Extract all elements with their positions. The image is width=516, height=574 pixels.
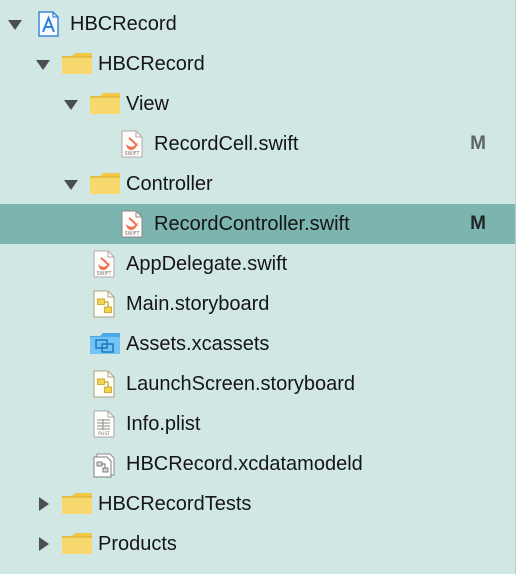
- navigator-row-group-view[interactable]: View: [0, 84, 515, 124]
- navigator-item-label: RecordController.swift: [154, 213, 350, 235]
- navigator-row-file-launchscreen-storyboard[interactable]: LaunchScreen.storyboard: [0, 364, 515, 404]
- core-data-model-icon: [89, 450, 119, 478]
- navigator-row-file-recordcell-swift[interactable]: SWIFT RecordCell.swift M: [0, 124, 515, 164]
- navigator-row-project-hbcrecord[interactable]: HBCRecord: [0, 4, 515, 44]
- folder-icon: [89, 170, 120, 198]
- folder-icon: [61, 50, 92, 78]
- expanded-disclosure-triangle-icon[interactable]: [7, 16, 23, 32]
- navigator-row-group-hbcrecordtests[interactable]: HBCRecordTests: [0, 484, 515, 524]
- swift-file-icon: SWIFT: [117, 130, 147, 158]
- folder-icon: [61, 490, 92, 518]
- source-control-modified-badge: M: [470, 133, 486, 154]
- navigator-item-label: Info.plist: [126, 413, 201, 435]
- expanded-disclosure-triangle-icon[interactable]: [35, 56, 51, 72]
- svg-text:PLIST: PLIST: [98, 431, 110, 437]
- navigator-item-label: AppDelegate.swift: [126, 253, 288, 275]
- svg-text:SWIFT: SWIFT: [97, 271, 112, 277]
- swift-file-icon: SWIFT: [89, 250, 119, 278]
- storyboard-file-icon: [89, 370, 119, 398]
- navigator-item-label: RecordCell.swift: [154, 133, 299, 155]
- navigator-row-group-hbcrecord[interactable]: HBCRecord: [0, 44, 515, 84]
- navigator-row-file-recordcontroller-swift[interactable]: SWIFT RecordController.swift M: [0, 204, 515, 244]
- navigator-row-file-assets-xcassets[interactable]: Assets.xcassets: [0, 324, 515, 364]
- svg-text:SWIFT: SWIFT: [125, 231, 140, 237]
- navigator-item-label: HBCRecord.xcdatamodeld: [126, 453, 363, 475]
- navigator-row-file-main-storyboard[interactable]: Main.storyboard: [0, 284, 515, 324]
- expanded-disclosure-triangle-icon[interactable]: [63, 96, 79, 112]
- navigator-item-label: Main.storyboard: [126, 293, 270, 315]
- navigator-item-label: Assets.xcassets: [126, 333, 270, 355]
- navigator-item-label: HBCRecord: [70, 13, 177, 35]
- navigator-item-label: Products: [98, 533, 177, 555]
- storyboard-file-icon: [89, 290, 119, 318]
- navigator-row-group-controller[interactable]: Controller: [0, 164, 515, 204]
- navigator-row-file-appdelegate-swift[interactable]: SWIFT AppDelegate.swift: [0, 244, 515, 284]
- project-navigator: HBCRecord HBCRecord View SWIFT RecordCel…: [0, 0, 516, 574]
- plist-file-icon: PLIST: [89, 410, 119, 438]
- navigator-item-label: View: [126, 93, 169, 115]
- collapsed-disclosure-triangle-icon[interactable]: [35, 536, 51, 552]
- source-control-modified-badge: M: [470, 213, 486, 234]
- navigator-row-group-products[interactable]: Products: [0, 524, 515, 564]
- navigator-item-label: HBCRecord: [98, 53, 205, 75]
- navigator-row-file-info-plist[interactable]: PLIST Info.plist: [0, 404, 515, 444]
- expanded-disclosure-triangle-icon[interactable]: [63, 176, 79, 192]
- xcode-project-icon: [33, 10, 63, 38]
- navigator-item-label: LaunchScreen.storyboard: [126, 373, 356, 395]
- navigator-item-label: Controller: [126, 173, 213, 195]
- asset-catalog-folder-icon: [89, 330, 120, 358]
- folder-icon: [89, 90, 120, 118]
- collapsed-disclosure-triangle-icon[interactable]: [35, 496, 51, 512]
- svg-text:SWIFT: SWIFT: [125, 151, 140, 157]
- swift-file-icon: SWIFT: [117, 210, 147, 238]
- navigator-item-label: HBCRecordTests: [98, 493, 252, 515]
- navigator-row-file-hbcrecord-xcdatamodeld[interactable]: HBCRecord.xcdatamodeld: [0, 444, 515, 484]
- folder-icon: [61, 530, 92, 558]
